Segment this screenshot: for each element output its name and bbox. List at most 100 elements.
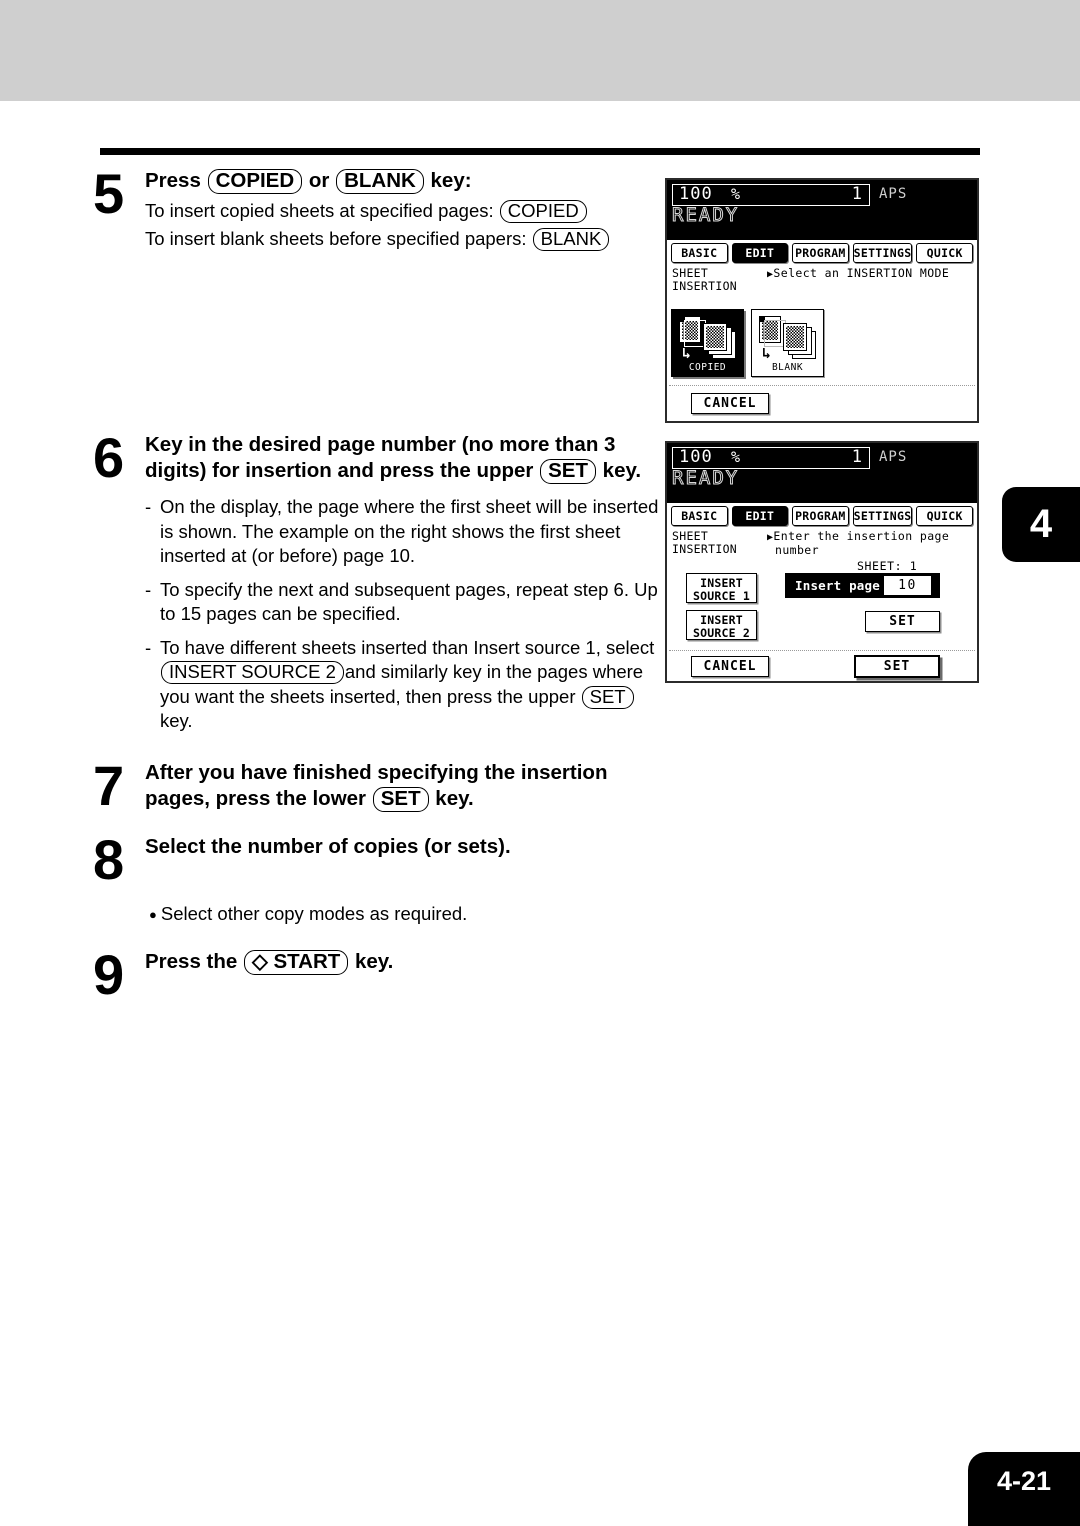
set-key-upper-2: SET bbox=[581, 685, 634, 709]
step-6-bullet-3-part-3: key. bbox=[160, 710, 193, 732]
lcd1-mode-label-line-2: INSERTION bbox=[672, 278, 738, 293]
lcd2-tab-settings[interactable]: SETTINGS bbox=[852, 506, 913, 526]
step-9-heading-pre: Press the bbox=[145, 949, 243, 973]
lcd2-mode-label-line-1: SHEET bbox=[672, 529, 709, 543]
lcd1-tab-quick[interactable]: QUICK bbox=[916, 243, 973, 263]
lcd2-cancel-button[interactable]: CANCEL bbox=[691, 656, 769, 677]
start-key: ◇ START bbox=[244, 949, 349, 975]
page-number-tab: 4-21 bbox=[968, 1452, 1080, 1526]
lcd1-copy-count: 1 bbox=[851, 184, 862, 204]
lcd2-upper-set-button[interactable]: SET bbox=[865, 611, 940, 632]
lcd1-mode-button-blank[interactable]: ↳ BLANK bbox=[751, 309, 824, 377]
header-rule bbox=[100, 148, 980, 155]
lcd1-cancel-button[interactable]: CANCEL bbox=[691, 393, 769, 414]
step-7-heading-line-2-pre: pages, press the lower bbox=[145, 786, 372, 810]
step-6-heading-line-2-post: key. bbox=[596, 459, 642, 482]
copied-glyph-arrow-icon: ↳ bbox=[682, 344, 692, 362]
step-8-bullet-text: Select other copy modes as required. bbox=[160, 902, 468, 924]
lcd2-insert-source-2-line-2: SOURCE 2 bbox=[693, 625, 750, 640]
step-9-number: 9 bbox=[93, 942, 124, 1006]
lcd2-mode-label: SHEET INSERTION bbox=[672, 530, 737, 555]
lcd2-status-header: 100 % 1 APS READY bbox=[667, 443, 977, 503]
lcd2-percent-sign: % bbox=[731, 448, 741, 466]
lcd2-divider bbox=[669, 650, 975, 651]
lcd2-tab-basic[interactable]: BASIC bbox=[671, 506, 728, 526]
copied-key-inline-1: COPIED bbox=[499, 200, 587, 224]
step-8: 8 Select the number of copies (or sets).… bbox=[93, 831, 663, 927]
step-6-bullet-1: - On the display, the page where the fir… bbox=[145, 495, 663, 569]
lcd1-paper-mode: APS bbox=[879, 186, 908, 202]
step-6-bullet-3-text: To have different sheets inserted than I… bbox=[160, 636, 663, 734]
lcd2-paper-mode: APS bbox=[879, 449, 908, 465]
lcd1-body: SHEET INSERTION ▶Select an INSERTION MOD… bbox=[667, 265, 977, 426]
lcd2-sheet-indicator: SHEET: 1 bbox=[857, 559, 917, 573]
step-6-bullet-2-text: To specify the next and subsequent pages… bbox=[160, 578, 658, 625]
bullet-dash-icon: - bbox=[145, 496, 152, 518]
lcd2-sheet-indicator-value: 1 bbox=[909, 559, 918, 573]
step-6-number: 6 bbox=[93, 426, 124, 489]
lcd1-ratio-box: 100 % 1 bbox=[672, 184, 870, 206]
bullet-dash-icon: - bbox=[145, 578, 152, 600]
step-7: 7 After you have finished specifying the… bbox=[93, 753, 663, 817]
start-diamond-icon: ◇ bbox=[252, 949, 268, 973]
filled-bullet-icon: ● bbox=[149, 906, 157, 922]
step-5-line-2: To insert blank sheets before specified … bbox=[145, 227, 663, 252]
lcd2-mode-label-line-2: INSERTION bbox=[672, 541, 738, 556]
step-9: 9 Press the ◇ START key. bbox=[93, 946, 663, 1002]
lcd1-tab-program[interactable]: PROGRAM bbox=[792, 243, 849, 263]
lcd1-status-header: 100 % 1 APS READY bbox=[667, 180, 977, 240]
lcd2-insert-source-1-button[interactable]: INSERT SOURCE 1 bbox=[686, 573, 757, 603]
lcd1-mode-button-copied[interactable]: ↳ COPIED bbox=[671, 309, 744, 377]
lcd1-status-text: READY bbox=[671, 204, 740, 227]
step-5-line-2-text: To insert blank sheets before specified … bbox=[145, 227, 532, 249]
lcd1-tab-settings[interactable]: SETTINGS bbox=[852, 243, 913, 263]
step-5-heading-post: key: bbox=[424, 169, 472, 192]
copied-key: COPIED bbox=[207, 169, 303, 195]
lcd2-insert-source-2-line-1: INSERT bbox=[700, 613, 743, 627]
lcd1-prompt-text: Select an INSERTION MODE bbox=[773, 266, 950, 280]
lcd-panel-insert-page: 100 % 1 APS READY BASIC EDIT PROGRAM SET… bbox=[665, 441, 979, 683]
instruction-steps: 5 Press COPIED or BLANK key: To insert c… bbox=[93, 166, 663, 1003]
lcd2-lower-set-button[interactable]: SET bbox=[854, 655, 940, 678]
lcd1-mode-label-line-1: SHEET bbox=[672, 266, 709, 280]
blank-glyph-stack-front bbox=[783, 323, 807, 351]
step-5-heading-or: or bbox=[303, 169, 336, 192]
step-6-heading-line-1: Key in the desired page number (no more … bbox=[145, 433, 616, 456]
lcd2-tab-quick[interactable]: QUICK bbox=[916, 506, 973, 526]
lcd1-percent-sign: % bbox=[731, 185, 741, 203]
lcd2-insert-page-field[interactable]: Insert page : 10 bbox=[785, 573, 940, 598]
lcd1-tab-edit[interactable]: EDIT bbox=[731, 243, 789, 263]
step-6-heading-line-2: digits) for insertion and press the uppe… bbox=[145, 458, 663, 485]
lcd2-insert-source-1-line-2: SOURCE 1 bbox=[693, 588, 750, 603]
lcd1-mode-button-copied-label: COPIED bbox=[688, 362, 727, 373]
lcd1-tab-basic[interactable]: BASIC bbox=[671, 243, 728, 263]
step-6-bullet-1-text: On the display, the page where the first… bbox=[160, 496, 659, 567]
step-5-line-1-text: To insert copied sheets at specified pag… bbox=[145, 200, 499, 222]
step-5-heading: Press COPIED or BLANK key: bbox=[145, 168, 663, 195]
lcd2-tab-edit[interactable]: EDIT bbox=[731, 506, 789, 526]
lcd2-insert-source-1-line-1: INSERT bbox=[700, 576, 743, 590]
blank-glyph-arrow-icon: ↳ bbox=[762, 344, 772, 362]
lcd2-tab-program[interactable]: PROGRAM bbox=[792, 506, 849, 526]
lcd2-tab-row: BASIC EDIT PROGRAM SETTINGS QUICK bbox=[667, 503, 977, 528]
step-6-bullet-3: - To have different sheets inserted than… bbox=[145, 636, 663, 734]
set-key-lower: SET bbox=[372, 786, 429, 812]
lcd2-insert-page-label: Insert page bbox=[795, 578, 880, 593]
set-key-upper-1: SET bbox=[540, 459, 596, 485]
chapter-tab: 4 bbox=[1002, 487, 1080, 562]
lcd2-insert-source-2-button[interactable]: INSERT SOURCE 2 bbox=[686, 610, 757, 640]
lcd2-insert-page-value: 10 bbox=[884, 576, 931, 595]
insert-source-2-key: INSERT SOURCE 2 bbox=[161, 661, 344, 685]
step-6-bullet-2: - To specify the next and subsequent pag… bbox=[145, 578, 663, 627]
step-5-heading-pre: Press bbox=[145, 169, 207, 192]
lcd1-mode-button-blank-label: BLANK bbox=[771, 362, 804, 373]
lcd2-body: SHEET INSERTION ▶Enter the insertion pag… bbox=[667, 528, 977, 686]
step-7-number: 7 bbox=[93, 753, 124, 817]
lcd2-zoom-ratio: 100 bbox=[679, 447, 713, 467]
lcd1-divider bbox=[669, 385, 975, 386]
step-7-heading-line-1: After you have finished specifying the i… bbox=[145, 760, 608, 784]
step-6-bullet-3-part-1: To have different sheets inserted than I… bbox=[160, 636, 655, 658]
lcd-panel-insertion-mode: 100 % 1 APS READY BASIC EDIT PROGRAM SET… bbox=[665, 178, 979, 423]
step-6: 6 Key in the desired page number (no mor… bbox=[93, 426, 663, 734]
step-9-heading-post: key. bbox=[349, 949, 394, 973]
